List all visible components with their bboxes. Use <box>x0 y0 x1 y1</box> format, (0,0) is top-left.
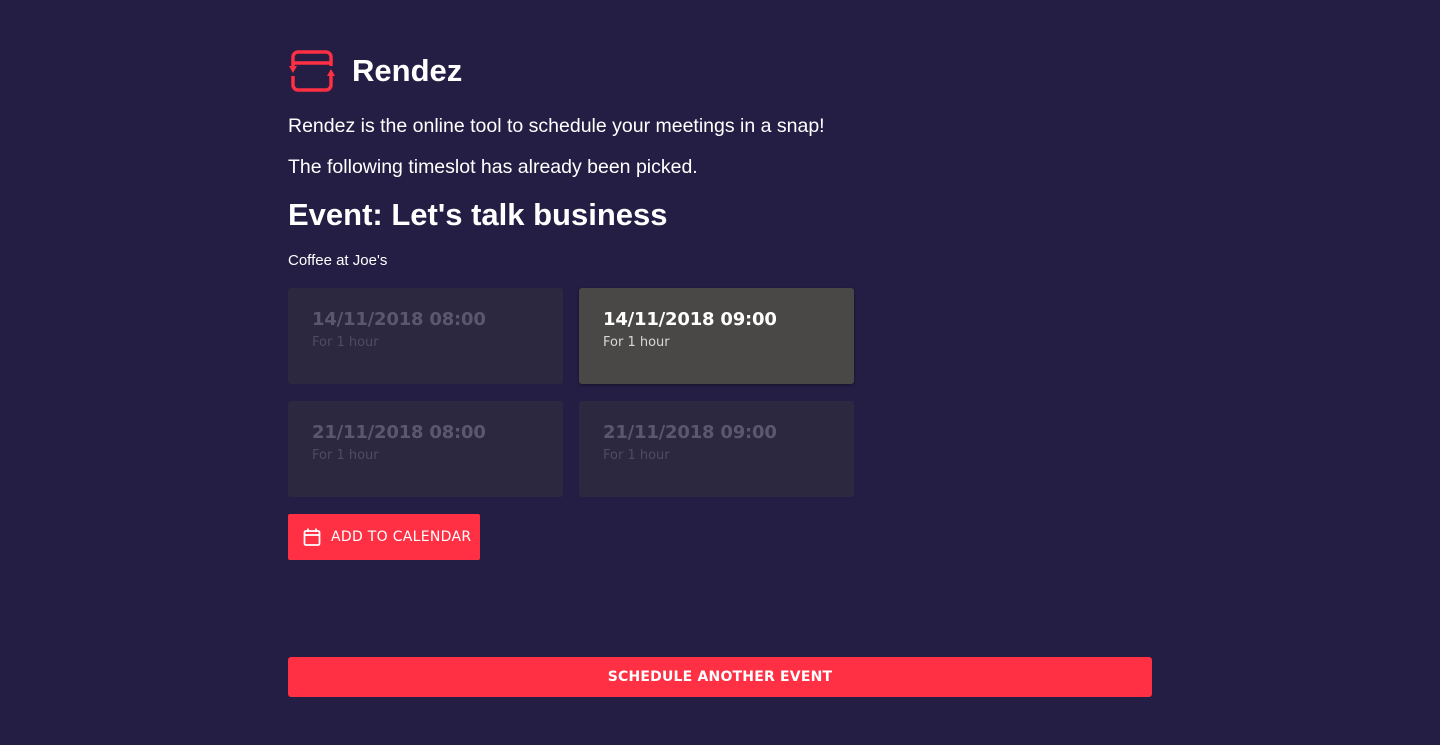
schedule-another-event-label: SCHEDULE ANOTHER EVENT <box>607 669 833 685</box>
event-title: Event: Let's talk business <box>288 197 668 232</box>
timeslot-card: 21/11/2018 09:00 For 1 hour <box>579 401 854 497</box>
brand-header: Rendez <box>288 49 462 93</box>
timeslot-duration: For 1 hour <box>603 335 670 350</box>
timeslot-duration: For 1 hour <box>312 335 379 350</box>
timeslot-card-selected: 14/11/2018 09:00 For 1 hour <box>579 288 854 384</box>
app-name: Rendez <box>352 53 463 88</box>
calendar-sync-logo-icon <box>288 50 336 92</box>
timeslot-date: 21/11/2018 08:00 <box>312 422 486 443</box>
intro-text: Rendez is the online tool to schedule yo… <box>288 115 825 137</box>
timeslot-date: 14/11/2018 08:00 <box>312 309 486 330</box>
add-to-calendar-label: ADD TO CALENDAR <box>331 529 472 545</box>
add-to-calendar-button[interactable]: ADD TO CALENDAR <box>288 514 480 560</box>
calendar-icon <box>303 528 321 546</box>
status-message: The following timeslot has already been … <box>288 156 698 178</box>
timeslot-date: 21/11/2018 09:00 <box>603 422 777 443</box>
timeslot-date: 14/11/2018 09:00 <box>603 309 777 330</box>
schedule-another-event-button[interactable]: SCHEDULE ANOTHER EVENT <box>288 657 1152 697</box>
timeslot-card: 21/11/2018 08:00 For 1 hour <box>288 401 563 497</box>
timeslot-duration: For 1 hour <box>312 448 379 463</box>
main-content: Rendez Rendez is the online tool to sche… <box>288 0 1152 745</box>
event-location: Coffee at Joe's <box>288 252 388 269</box>
timeslot-duration: For 1 hour <box>603 448 670 463</box>
timeslot-card: 14/11/2018 08:00 For 1 hour <box>288 288 563 384</box>
